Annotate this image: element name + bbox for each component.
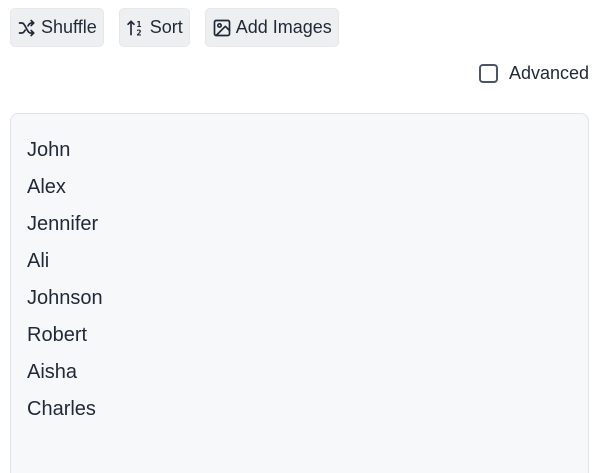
list-item: Robert xyxy=(27,324,88,346)
list-item: Ali xyxy=(27,250,50,272)
list-item: Charles xyxy=(27,398,96,420)
add-images-label: Add Images xyxy=(235,17,332,37)
shuffle-button[interactable]: Shuffle xyxy=(10,8,104,47)
svg-text:2: 2 xyxy=(136,28,141,37)
shuffle-icon xyxy=(17,18,37,38)
add-images-button[interactable]: Add Images xyxy=(204,8,339,47)
sort-label: Sort xyxy=(149,17,183,37)
name-list-editor: Shuffle 1 2 Sort Add Images Advanced Joh… xyxy=(0,0,596,473)
list-item: Jennifer xyxy=(27,213,99,235)
image-icon xyxy=(212,18,232,38)
list-item: Alex xyxy=(27,176,66,198)
names-textarea[interactable]: John Alex Jennifer Ali Johnson Robert Ai… xyxy=(10,113,589,473)
toolbar: Shuffle 1 2 Sort Add Images xyxy=(10,8,339,47)
advanced-checkbox[interactable] xyxy=(478,64,498,83)
list-item: Aisha xyxy=(27,361,78,383)
advanced-toggle[interactable]: Advanced xyxy=(478,63,589,84)
shuffle-label: Shuffle xyxy=(41,17,97,37)
sort-button[interactable]: 1 2 Sort xyxy=(118,8,190,47)
advanced-label: Advanced xyxy=(508,63,589,83)
list-item: John xyxy=(27,139,71,161)
sort-numeric-icon: 1 2 xyxy=(126,18,146,38)
list-item: Johnson xyxy=(27,287,103,309)
